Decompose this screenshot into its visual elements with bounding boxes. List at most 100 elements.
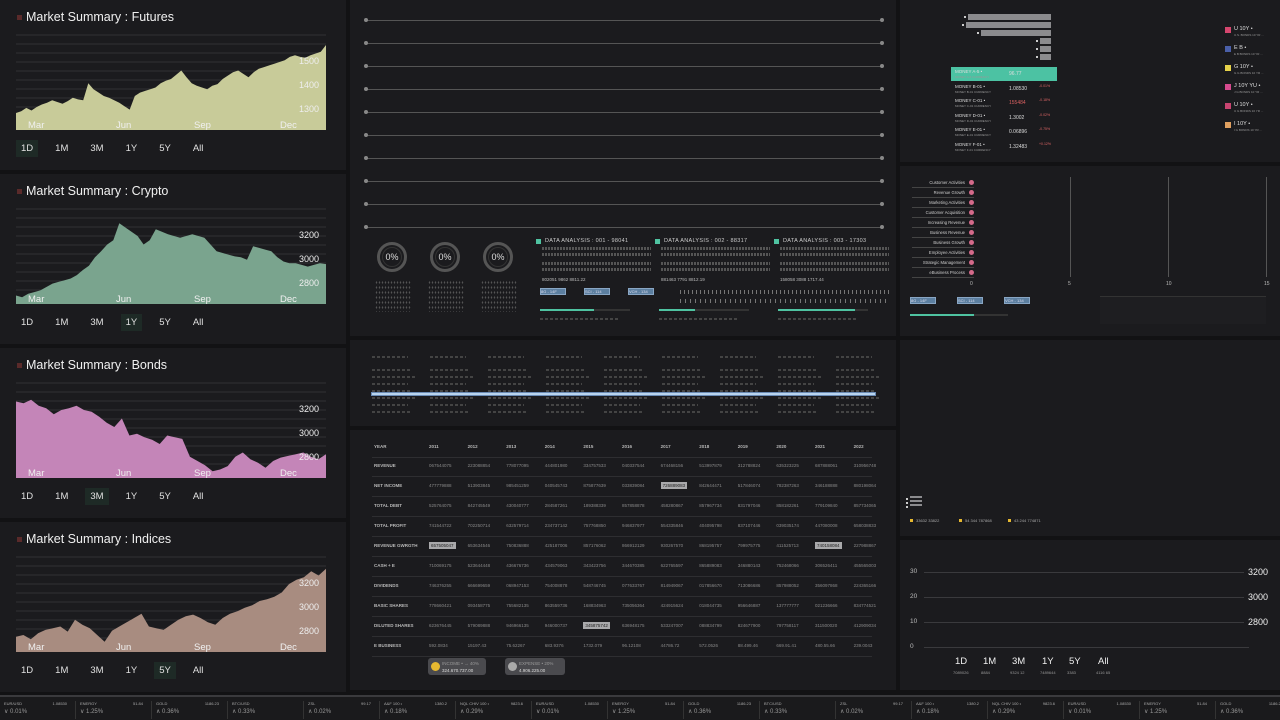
range-tab-1m[interactable]: 1M [50, 314, 73, 331]
table-cell[interactable]: 726889083 [660, 482, 688, 489]
money-row[interactable]: MONEY B-01 • MONEY B-01 CURRENCY 1.08530 -0… [951, 82, 1057, 96]
slider-track[interactable] [364, 156, 884, 160]
table-cell[interactable]: 458280867 [661, 503, 684, 508]
slider-track[interactable] [364, 202, 884, 206]
slider-track[interactable] [364, 87, 884, 91]
table-cell[interactable]: 189388339 [583, 503, 606, 508]
range-tab-3m[interactable]: 3M [1012, 656, 1025, 667]
table-cell[interactable]: 548746745 [583, 583, 606, 588]
table-cell[interactable]: 224365166 [854, 583, 877, 588]
table-cell[interactable]: 223088854 [468, 463, 491, 468]
table-cell[interactable]: 702250714 [468, 523, 491, 528]
table-cell[interactable]: 513903845 [468, 483, 491, 488]
table-cell[interactable]: 930267570 [661, 543, 684, 548]
table-cell[interactable]: 312788824 [738, 463, 761, 468]
tag-button[interactable]: 8G - 14F [540, 288, 566, 295]
ticker-item[interactable]: GOLD 1186.23 ∧ 0.36% [1216, 701, 1280, 719]
range-tab-1m[interactable]: 1M [50, 488, 73, 505]
table-cell[interactable]: 533247007 [661, 623, 684, 628]
table-cell[interactable]: 040545743 [545, 483, 568, 488]
slider-track[interactable] [364, 64, 884, 68]
slider-track[interactable] [364, 133, 884, 137]
money-row[interactable]: MONEY D-01 • MONEY D-01 CURRENCY 1.3002 -0.… [951, 111, 1057, 125]
ticker-item[interactable]: BTC/USD ∧ 0.33% [760, 701, 836, 719]
table-cell[interactable]: 868195757 [699, 543, 722, 548]
table-cell[interactable]: 068947153 [506, 583, 529, 588]
table-cell[interactable]: 88.499.46 [738, 643, 758, 648]
table-cell[interactable]: 956646887 [738, 603, 761, 608]
range-tab-all[interactable]: All [188, 662, 209, 679]
table-cell[interactable]: 168834963 [583, 603, 606, 608]
range-tab-5y[interactable]: 5Y [154, 140, 176, 157]
table-cell[interactable]: 735056364 [622, 603, 645, 608]
slider-track[interactable] [364, 41, 884, 45]
range-tab-1m[interactable]: 1M [983, 656, 996, 667]
table-cell[interactable]: 039035174 [776, 523, 799, 528]
range-tab-1y[interactable]: 1Y [121, 488, 143, 505]
table-cell[interactable]: 857967734 [699, 503, 722, 508]
range-tab-5y[interactable]: 5Y [1069, 656, 1081, 667]
table-cell[interactable]: 344670385 [622, 563, 645, 568]
table-cell[interactable]: 740158084 [815, 542, 842, 549]
table-cell[interactable]: 658038833 [854, 523, 877, 528]
range-tab-3m[interactable]: 3M [85, 314, 108, 331]
table-cell[interactable]: 799975775 [738, 543, 761, 548]
range-tab-1d[interactable]: 1D [16, 662, 38, 679]
money-row[interactable]: MONEY A-5 • MONEY A-5 CURRENCY 96.77 [951, 67, 1057, 81]
selected-history-row[interactable] [371, 392, 876, 396]
table-cell[interactable]: 666699659 [468, 583, 491, 588]
ticker-item[interactable]: A&F 100 • 1380.2 ∧ 0.18% [380, 701, 456, 719]
table-cell[interactable]: 412909034 [854, 623, 877, 628]
slider-track[interactable] [364, 179, 884, 183]
table-cell[interactable]: 346880143 [738, 563, 761, 568]
table-cell[interactable]: 525764075 [429, 503, 452, 508]
table-cell[interactable]: 523644448 [468, 563, 491, 568]
table-cell[interactable]: 779109840 [815, 503, 838, 508]
table-cell[interactable]: 517846074 [738, 483, 761, 488]
table-cell[interactable]: 824677900 [738, 623, 761, 628]
range-tab-5y[interactable]: 5Y [154, 488, 176, 505]
table-cell[interactable]: 857176062 [583, 543, 606, 548]
table-cell[interactable]: 480.55.66 [815, 643, 835, 648]
table-cell[interactable]: 814949067 [661, 583, 684, 588]
ticker-item[interactable]: A&F 100 • 1380.2 ∧ 0.18% [912, 701, 988, 719]
ticker-item[interactable]: NQL CHIV 100 • 9823.6 ∧ 0.29% [988, 701, 1064, 719]
ticker-item[interactable]: EUR/USD 1.08530 ∨ 0.01% [532, 701, 608, 719]
table-cell[interactable]: 750836888 [506, 543, 529, 548]
table-cell[interactable]: 572.0526 [699, 643, 718, 648]
ticker-item[interactable]: GOLD 1186.23 ∧ 0.36% [684, 701, 760, 719]
table-cell[interactable]: 434579063 [545, 563, 568, 568]
table-cell[interactable]: 088834799 [699, 623, 722, 628]
table-cell[interactable]: 782387263 [776, 483, 799, 488]
table-cell[interactable]: 946966135 [506, 623, 529, 628]
table-cell[interactable]: 227988867 [854, 543, 877, 548]
range-tab-3m[interactable]: 3M [85, 662, 108, 679]
table-cell[interactable]: 746376255 [429, 583, 452, 588]
table-cell[interactable]: 310956748 [854, 463, 877, 468]
table-cell[interactable]: 447080008 [815, 523, 838, 528]
table-cell[interactable]: 455565003 [854, 563, 877, 568]
table-cell[interactable]: 687888061 [815, 463, 838, 468]
table-cell[interactable]: 623676445 [429, 623, 452, 628]
range-tab-1d[interactable]: 1D [16, 140, 39, 157]
table-cell[interactable]: 857988052 [776, 583, 799, 588]
range-tab-1d[interactable]: 1D [16, 314, 38, 331]
tag-button[interactable]: VCH - 134 [628, 288, 654, 295]
table-cell[interactable]: 636948175 [622, 623, 645, 628]
slider-track[interactable] [364, 225, 884, 229]
range-tab-1d[interactable]: 1D [16, 488, 38, 505]
table-cell[interactable]: 040337544 [622, 463, 645, 468]
table-cell[interactable]: 635323225 [776, 463, 799, 468]
table-cell[interactable]: 683.9376 [545, 643, 564, 648]
table-cell[interactable]: 857858878 [622, 503, 645, 508]
table-cell[interactable]: 311500020 [815, 623, 837, 628]
table-cell[interactable]: 842745549 [468, 503, 491, 508]
table-cell[interactable]: 842644471 [699, 483, 722, 488]
money-row[interactable]: MONEY C-01 • MONEY C-01 CURRENCY 155484 -0.… [951, 96, 1057, 110]
table-cell[interactable]: 778660421 [429, 603, 452, 608]
table-cell[interactable]: 077633767 [622, 583, 645, 588]
table-cell[interactable]: 430040777 [506, 503, 529, 508]
table-cell[interactable]: 755682135 [506, 603, 529, 608]
table-cell[interactable]: 411525713 [776, 543, 798, 548]
range-tab-1m[interactable]: 1M [50, 662, 73, 679]
